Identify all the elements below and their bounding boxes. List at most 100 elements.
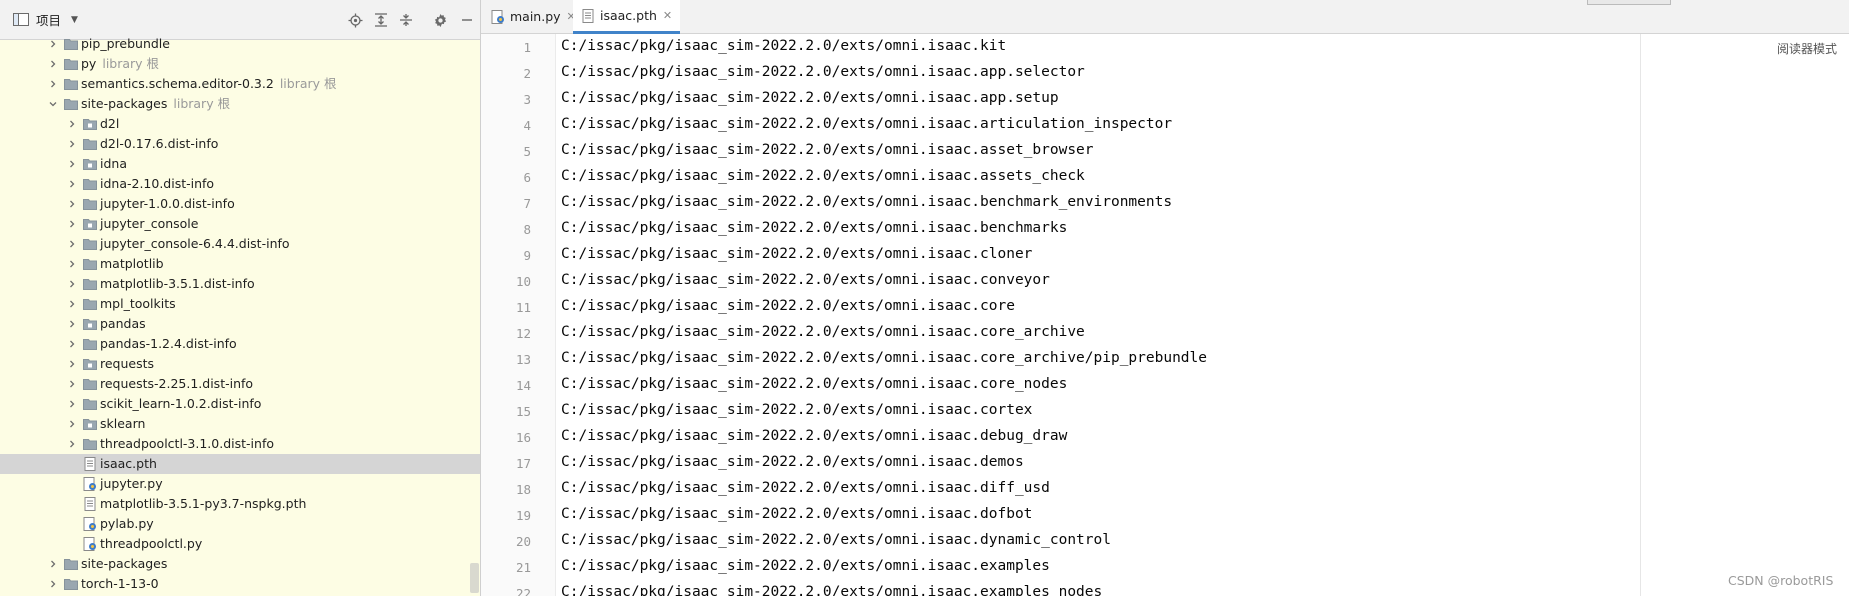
chevron-right-icon[interactable] [66, 154, 78, 174]
chevron-right-icon[interactable] [66, 274, 78, 294]
chevron-right-icon[interactable] [66, 114, 78, 134]
tree-row[interactable]: d2l [0, 114, 480, 134]
tree-row[interactable]: threadpoolctl-3.1.0.dist-info [0, 434, 480, 454]
tree-row[interactable]: site-packages library 根 [0, 94, 480, 114]
tree-row[interactable]: idna [0, 154, 480, 174]
project-panel-title[interactable]: 项目 [36, 10, 61, 29]
tree-row[interactable]: d2l-0.17.6.dist-info [0, 134, 480, 154]
tree-row[interactable]: matplotlib [0, 254, 480, 274]
chevron-right-icon[interactable] [66, 374, 78, 394]
code-line[interactable]: C:/issac/pkg/isaac_sim-2022.2.0/exts/omn… [561, 90, 1059, 106]
tree-row[interactable]: mpl_toolkits [0, 294, 480, 314]
chevron-down-icon[interactable] [47, 94, 59, 114]
chevron-right-icon[interactable] [66, 334, 78, 354]
tree-row[interactable]: isaac.pth [0, 454, 480, 474]
code-line[interactable]: C:/issac/pkg/isaac_sim-2022.2.0/exts/omn… [561, 428, 1067, 444]
code-line[interactable]: C:/issac/pkg/isaac_sim-2022.2.0/exts/omn… [561, 38, 1006, 54]
folder-icon [83, 377, 97, 391]
chevron-right-icon[interactable] [47, 74, 59, 94]
tree-row[interactable]: torch-1-13-0 [0, 574, 480, 594]
code-line[interactable]: C:/issac/pkg/isaac_sim-2022.2.0/exts/omn… [561, 376, 1067, 392]
tree-item-label: idna [100, 154, 127, 174]
tree-row[interactable]: requests-2.25.1.dist-info [0, 374, 480, 394]
tab-isaac-pth[interactable]: isaac.pth ✕ [573, 0, 681, 34]
tree-row[interactable]: threadpoolctl.py [0, 534, 480, 554]
code-line[interactable]: C:/issac/pkg/isaac_sim-2022.2.0/exts/omn… [561, 272, 1050, 288]
chevron-right-icon[interactable] [47, 554, 59, 574]
line-number: 20 [515, 534, 531, 549]
tree-row[interactable]: jupyter.py [0, 474, 480, 494]
tree-row[interactable]: semantics.schema.editor-0.3.2 library 根 [0, 74, 480, 94]
chevron-right-icon[interactable] [66, 434, 78, 454]
locate-file-icon[interactable] [346, 11, 364, 29]
close-tab-icon[interactable]: ✕ [663, 9, 672, 22]
tree-row[interactable]: pandas [0, 314, 480, 334]
chevron-right-icon[interactable] [66, 214, 78, 234]
code-line[interactable]: C:/issac/pkg/isaac_sim-2022.2.0/exts/omn… [561, 350, 1207, 366]
code-line[interactable]: C:/issac/pkg/isaac_sim-2022.2.0/exts/omn… [561, 246, 1032, 262]
chevron-right-icon[interactable] [66, 254, 78, 274]
tree-row[interactable]: jupyter-1.0.0.dist-info [0, 194, 480, 214]
tree-item-label: semantics.schema.editor-0.3.2 library 根 [81, 74, 337, 94]
tree-row[interactable]: matplotlib-3.5.1-py3.7-nspkg.pth [0, 494, 480, 514]
tree-item-name: pandas-1.2.4.dist-info [100, 336, 237, 351]
tree-item-label: pylab.py [100, 514, 154, 534]
line-number: 16 [515, 430, 531, 445]
code-line[interactable]: C:/issac/pkg/isaac_sim-2022.2.0/exts/omn… [561, 298, 1015, 314]
tab-main-py[interactable]: main.py ✕ [491, 0, 576, 33]
tree-row[interactable]: pip_prebundle [0, 34, 480, 54]
expand-all-icon[interactable] [372, 11, 390, 29]
tree-row[interactable]: requests [0, 354, 480, 374]
code-line[interactable]: C:/issac/pkg/isaac_sim-2022.2.0/exts/omn… [561, 480, 1050, 496]
code-line[interactable]: C:/issac/pkg/isaac_sim-2022.2.0/exts/omn… [561, 168, 1085, 184]
code-line[interactable]: C:/issac/pkg/isaac_sim-2022.2.0/exts/omn… [561, 194, 1172, 210]
hide-panel-icon[interactable] [458, 11, 476, 29]
tree-row[interactable]: scikit_learn-1.0.2.dist-info [0, 394, 480, 414]
library-root-tag: library 根 [102, 56, 160, 71]
chevron-right-icon[interactable] [47, 54, 59, 74]
tree-row[interactable]: idna-2.10.dist-info [0, 174, 480, 194]
code-line[interactable]: C:/issac/pkg/isaac_sim-2022.2.0/exts/omn… [561, 324, 1085, 340]
right-margin-guide [1640, 34, 1641, 596]
chevron-right-icon[interactable] [66, 294, 78, 314]
code-line[interactable]: C:/issac/pkg/isaac_sim-2022.2.0/exts/omn… [561, 506, 1032, 522]
code-line[interactable]: C:/issac/pkg/isaac_sim-2022.2.0/exts/omn… [561, 116, 1172, 132]
tree-item-label: sklearn [100, 414, 145, 434]
view-dropdown-icon[interactable]: ▼ [71, 15, 78, 25]
tree-row[interactable]: jupyter_console-6.4.4.dist-info [0, 234, 480, 254]
collapse-all-icon[interactable] [397, 11, 415, 29]
chevron-right-icon[interactable] [66, 414, 78, 434]
tree-row[interactable]: site-packages [0, 554, 480, 574]
chevron-right-icon[interactable] [66, 314, 78, 334]
tree-row[interactable]: pandas-1.2.4.dist-info [0, 334, 480, 354]
gear-icon[interactable] [431, 11, 449, 29]
line-number-gutter: 1 2 3 4 5 6 7 8 9 10 11 12 13 14 15 16 17 18 19 20 21 22 [481, 34, 556, 596]
chevron-right-icon[interactable] [66, 194, 78, 214]
chevron-right-icon[interactable] [66, 234, 78, 254]
chevron-right-icon[interactable] [47, 34, 59, 54]
tree-row[interactable]: sklearn [0, 414, 480, 434]
chevron-right-icon[interactable] [47, 574, 59, 594]
line-number: 7 [523, 196, 531, 211]
reader-mode-toggle[interactable]: 阅读器模式 [1777, 40, 1837, 57]
tree-row[interactable]: jupyter_console [0, 214, 480, 234]
code-line[interactable]: C:/issac/pkg/isaac_sim-2022.2.0/exts/omn… [561, 532, 1111, 548]
code-line[interactable]: C:/issac/pkg/isaac_sim-2022.2.0/exts/omn… [561, 584, 1102, 596]
code-line[interactable]: C:/issac/pkg/isaac_sim-2022.2.0/exts/omn… [561, 220, 1067, 236]
tree-item-label: torch-1-13-0 [81, 574, 159, 594]
code-line[interactable]: C:/issac/pkg/isaac_sim-2022.2.0/exts/omn… [561, 402, 1032, 418]
tree-scrollbar[interactable] [470, 563, 479, 593]
chevron-right-icon[interactable] [66, 354, 78, 374]
code-line[interactable]: C:/issac/pkg/isaac_sim-2022.2.0/exts/omn… [561, 454, 1024, 470]
tree-row[interactable]: matplotlib-3.5.1.dist-info [0, 274, 480, 294]
tree-row[interactable]: py library 根 [0, 54, 480, 74]
chevron-right-icon[interactable] [66, 174, 78, 194]
tree-item-label: scikit_learn-1.0.2.dist-info [100, 394, 261, 414]
tree-row[interactable]: pylab.py [0, 514, 480, 534]
toolbar-field-edge [1587, 0, 1671, 5]
code-line[interactable]: C:/issac/pkg/isaac_sim-2022.2.0/exts/omn… [561, 142, 1094, 158]
chevron-right-icon[interactable] [66, 134, 78, 154]
chevron-right-icon[interactable] [66, 394, 78, 414]
code-line[interactable]: C:/issac/pkg/isaac_sim-2022.2.0/exts/omn… [561, 558, 1050, 574]
code-line[interactable]: C:/issac/pkg/isaac_sim-2022.2.0/exts/omn… [561, 64, 1085, 80]
